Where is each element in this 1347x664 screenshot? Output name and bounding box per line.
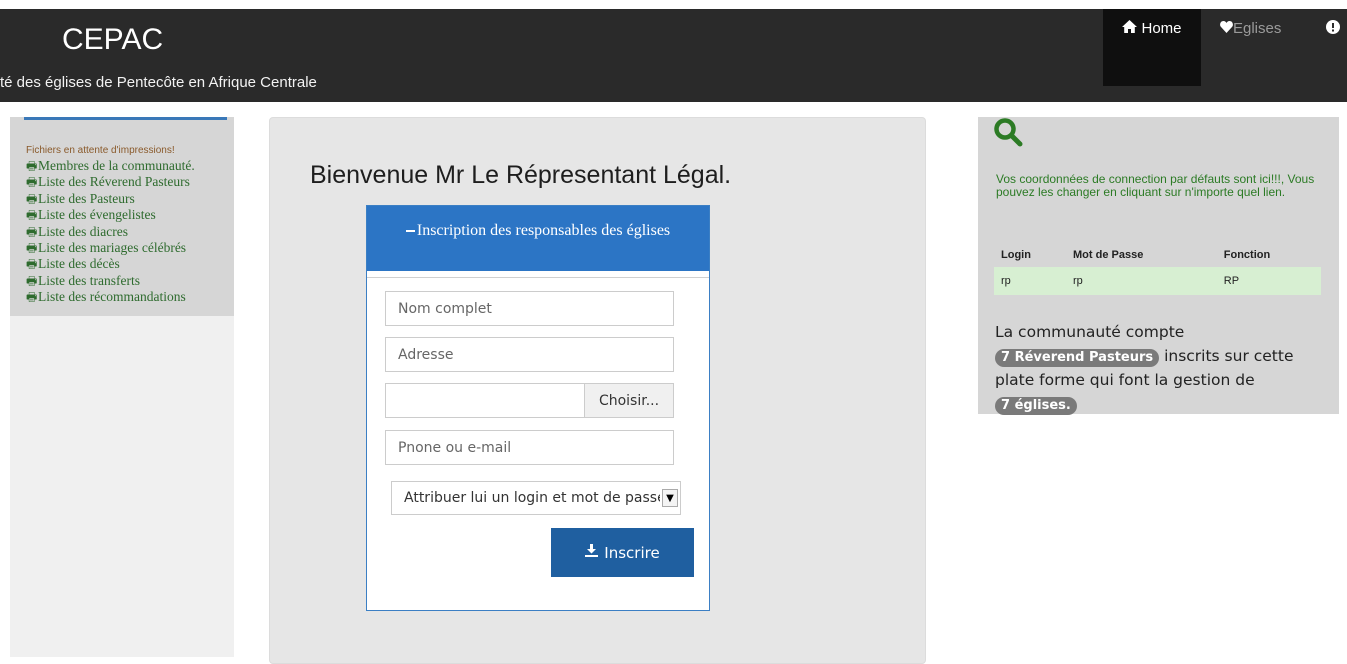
print-link-evangelistes[interactable]: 🖶Liste des évengelistes (26, 207, 195, 223)
form-divider (367, 277, 709, 278)
print-icon: 🖶 (26, 208, 38, 223)
inscrire-button[interactable]: Inscrire (551, 528, 694, 577)
print-icon: 🖶 (26, 224, 38, 239)
print-icon: 🖶 (26, 257, 38, 272)
nav-home-label: Home (1141, 20, 1182, 37)
form-title: Inscription des responsables des églises (416, 222, 671, 239)
login-select[interactable]: Attribuer lui un login et mot de passe ▼ (391, 481, 681, 515)
search-icon (993, 117, 1027, 151)
stats-prefix: La communauté compte (995, 323, 1185, 341)
print-icon: 🖶 (26, 191, 38, 206)
default-credentials-note: Vos coordonnées de connection par défaut… (996, 172, 1315, 199)
print-queue-note: Fichiers en attente d'impressions! (26, 145, 175, 156)
table-cell-password: rp (1066, 267, 1217, 295)
sidebar-filler (10, 316, 234, 657)
eglises-badge: 7 églises. (995, 397, 1077, 415)
print-icon: 🖶 (26, 290, 38, 305)
brand-title[interactable]: CEPAC (62, 23, 163, 57)
reverend-pasteurs-badge: 7 Réverend Pasteurs (995, 349, 1160, 367)
community-stats: La communauté compte 7 Réverend Pasteurs… (995, 320, 1325, 416)
registration-form: Inscription des responsables des églises… (366, 205, 710, 611)
table-header: Login (1001, 249, 1031, 261)
print-link-transferts[interactable]: 🖶Liste des transferts (26, 273, 195, 289)
login-select-value: Attribuer lui un login et mot de passe (404, 490, 660, 506)
print-link-membres[interactable]: 🖶Membres de la communauté. (26, 158, 195, 174)
panel-accent-stripe (24, 117, 227, 120)
exclamation-circle-icon (1326, 20, 1340, 38)
form-header: Inscription des responsables des églises (367, 206, 709, 271)
nav-info[interactable] (1326, 9, 1340, 86)
welcome-heading: Bienvenue Mr Le Répresentant Légal. (310, 161, 732, 189)
file-input[interactable]: Choisir... (385, 383, 674, 418)
print-link-mariages[interactable]: 🖶Liste des mariages célébrés (26, 240, 195, 256)
print-link-reverend-pasteurs[interactable]: 🖶Liste des Réverend Pasteurs (26, 174, 195, 190)
table-row: rp rp RP (994, 267, 1321, 295)
nav-home[interactable]: Home (1103, 9, 1201, 86)
nav-eglises-label: Eglises (1233, 20, 1282, 37)
print-icon: 🖶 (26, 175, 38, 190)
heart-icon (1220, 20, 1233, 37)
contact-input[interactable]: Pnone ou e-mail (385, 430, 674, 465)
print-link-pasteurs[interactable]: 🖶Liste des Pasteurs (26, 191, 195, 207)
minus-icon (405, 230, 415, 233)
table-header: Mot de Passe (1073, 249, 1144, 261)
print-queue-panel: Fichiers en attente d'impressions! 🖶Memb… (10, 117, 234, 316)
table-cell-fonction: RP (1216, 267, 1321, 295)
choose-file-button[interactable]: Choisir... (584, 384, 673, 417)
print-list: 🖶Membres de la communauté. 🖶Liste des Ré… (26, 158, 195, 306)
print-link-deces[interactable]: 🖶Liste des décès (26, 256, 195, 272)
name-input[interactable]: Nom complet (385, 291, 674, 326)
top-navbar: CEPAC té des églises de Pentecôte en Afr… (0, 9, 1347, 102)
print-icon: 🖶 (26, 273, 38, 288)
print-icon: 🖶 (26, 241, 38, 256)
nav-eglises[interactable]: Eglises (1220, 9, 1281, 86)
inscrire-label: Inscrire (604, 543, 660, 562)
print-icon: 🖶 (26, 159, 38, 173)
credentials-table: Login Mot de Passe Fonction rp rp RP (994, 243, 1321, 295)
table-header: Fonction (1223, 249, 1271, 261)
table-cell-login: rp (994, 267, 1067, 295)
address-input[interactable]: Adresse (385, 337, 674, 372)
home-icon (1122, 20, 1138, 37)
print-link-diacres[interactable]: 🖶Liste des diacres (26, 224, 195, 240)
brand-subtitle: té des églises de Pentecôte en Afrique C… (0, 74, 317, 91)
chevron-down-icon: ▼ (662, 489, 678, 507)
download-icon (585, 544, 599, 561)
print-link-recommandations[interactable]: 🖶Liste des récommandations (26, 289, 195, 305)
